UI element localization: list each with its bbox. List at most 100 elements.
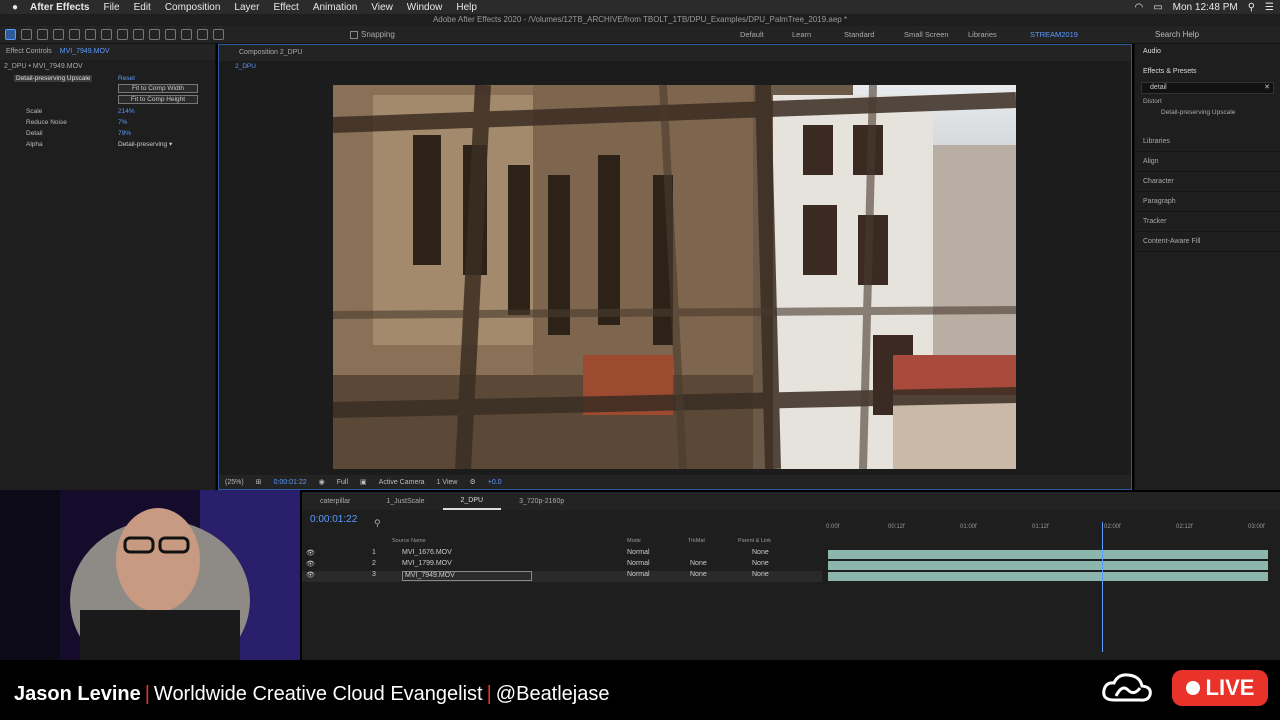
exposure-value[interactable]: +0.0 bbox=[488, 479, 502, 486]
tab-2-dpu[interactable]: 2_DPU bbox=[442, 492, 502, 510]
tree-group-distort[interactable]: Distort bbox=[1135, 96, 1280, 107]
tab-caterpillar[interactable]: caterpillar bbox=[302, 498, 368, 505]
search-help-field[interactable]: Search Help bbox=[1155, 30, 1199, 39]
spotlight-search-icon[interactable]: ⚲ bbox=[1248, 2, 1255, 13]
hand-tool-icon[interactable] bbox=[21, 29, 32, 40]
menu-window[interactable]: Window bbox=[407, 2, 443, 13]
layer-parent-dropdown[interactable]: None bbox=[752, 560, 769, 567]
rectangle-tool-icon[interactable] bbox=[101, 29, 112, 40]
pan-behind-tool-icon[interactable] bbox=[85, 29, 96, 40]
workspace-libraries[interactable]: Libraries bbox=[968, 30, 1030, 39]
puppet-tool-icon[interactable] bbox=[213, 29, 224, 40]
selection-tool-icon[interactable] bbox=[5, 29, 16, 40]
effects-search-input[interactable]: detail ✕ bbox=[1141, 82, 1274, 94]
layer-trkmat-dropdown[interactable]: None bbox=[690, 560, 707, 567]
workspace-stream2019[interactable]: STREAM2019 bbox=[1030, 30, 1090, 39]
workspace-learn[interactable]: Learn bbox=[792, 30, 844, 39]
menu-edit[interactable]: Edit bbox=[134, 2, 151, 13]
workspace-small-screen[interactable]: Small Screen bbox=[904, 30, 968, 39]
layer-parent-dropdown[interactable]: None bbox=[752, 571, 769, 578]
views-dropdown[interactable]: 1 View bbox=[437, 479, 458, 486]
composition-subtab[interactable]: 2_DPU bbox=[219, 61, 1131, 72]
snapping-toggle[interactable]: Snapping bbox=[350, 30, 395, 39]
current-time-display[interactable]: 0:00:01:22 bbox=[274, 479, 307, 486]
resolution-dropdown[interactable]: Full bbox=[337, 479, 348, 486]
tab-1-justscale[interactable]: 1_JustScale bbox=[368, 498, 442, 505]
pen-tool-icon[interactable] bbox=[117, 29, 128, 40]
layer-row[interactable]: 👁 3 MVI_7949.MOV Normal None None bbox=[302, 571, 822, 582]
layer-name[interactable]: MVI_1799.MOV bbox=[402, 560, 452, 567]
tab-3-720p-2160p[interactable]: 3_720p-2160p bbox=[501, 498, 582, 505]
tree-item-detail-preserving-upscale[interactable]: Detail-preserving Upscale bbox=[1135, 107, 1280, 118]
visibility-eye-icon[interactable]: 👁 bbox=[306, 560, 315, 568]
composition-viewer[interactable] bbox=[333, 85, 1016, 469]
render-icon[interactable]: ⚙ bbox=[469, 478, 475, 486]
panel-character[interactable]: Character bbox=[1135, 172, 1280, 192]
layer-row[interactable]: 👁 1 MVI_1676.MOV Normal None bbox=[302, 549, 822, 560]
roto-brush-tool-icon[interactable] bbox=[197, 29, 208, 40]
snapshot-icon[interactable]: ◉ bbox=[319, 478, 325, 486]
menu-help[interactable]: Help bbox=[456, 2, 477, 13]
param-reduce-noise-row[interactable]: Reduce Noise 7% bbox=[0, 117, 215, 128]
param-alpha-row[interactable]: Alpha Detail-preserving ▾ bbox=[0, 139, 215, 150]
layer-row[interactable]: 👁 2 MVI_1799.MOV Normal None None bbox=[302, 560, 822, 571]
apple-icon[interactable]: ● bbox=[0, 2, 30, 13]
panel-align[interactable]: Align bbox=[1135, 152, 1280, 172]
workspace-default[interactable]: Default bbox=[740, 30, 792, 39]
camera-tool-icon[interactable] bbox=[69, 29, 80, 40]
brush-tool-icon[interactable] bbox=[149, 29, 160, 40]
param-scale-value[interactable]: 214% bbox=[118, 106, 135, 117]
app-menu[interactable]: After Effects bbox=[30, 2, 89, 13]
param-reduce-noise-value[interactable]: 7% bbox=[118, 117, 127, 128]
audio-panel-header[interactable]: Audio bbox=[1135, 44, 1280, 60]
search-icon[interactable]: ⚲ bbox=[374, 518, 381, 529]
rotate-tool-icon[interactable] bbox=[53, 29, 64, 40]
menu-clock[interactable]: Mon 12:48 PM bbox=[1173, 2, 1238, 13]
param-detail-value[interactable]: 79% bbox=[118, 128, 131, 139]
visibility-eye-icon[interactable]: 👁 bbox=[306, 549, 315, 557]
layer-mode-dropdown[interactable]: Normal bbox=[627, 571, 650, 578]
zoom-dropdown[interactable]: (25%) bbox=[225, 479, 244, 486]
reset-link[interactable]: Reset bbox=[118, 73, 135, 84]
battery-icon[interactable]: ▭ bbox=[1153, 2, 1162, 13]
effects-presets-header[interactable]: Effects & Presets bbox=[1135, 64, 1280, 80]
timeline-current-time[interactable]: 0:00:01:22 bbox=[310, 514, 357, 525]
layer-name[interactable]: MVI_7949.MOV bbox=[402, 571, 532, 581]
menu-effect[interactable]: Effect bbox=[273, 2, 298, 13]
fit-to-comp-height-button[interactable]: Fit to Comp Height bbox=[118, 95, 198, 104]
panel-paragraph[interactable]: Paragraph bbox=[1135, 192, 1280, 212]
region-of-interest-icon[interactable]: ▣ bbox=[360, 478, 367, 486]
layer-parent-dropdown[interactable]: None bbox=[752, 549, 769, 556]
time-ruler[interactable]: 0:00f 00:12f 01:00f 01:12f 02:00f 02:12f… bbox=[822, 516, 1280, 536]
layer-mode-dropdown[interactable]: Normal bbox=[627, 549, 650, 556]
layer-name[interactable]: MVI_1676.MOV bbox=[402, 549, 452, 556]
param-alpha-dropdown[interactable]: Detail-preserving ▾ bbox=[118, 139, 198, 150]
param-detail-row[interactable]: Detail 79% bbox=[0, 128, 215, 139]
layer-duration-bar[interactable] bbox=[828, 572, 1268, 581]
col-trkmat[interactable]: TrkMat bbox=[688, 538, 705, 544]
type-tool-icon[interactable] bbox=[133, 29, 144, 40]
menu-file[interactable]: File bbox=[103, 2, 119, 13]
effect-name[interactable]: Detail-preserving Upscale bbox=[14, 75, 93, 82]
eraser-tool-icon[interactable] bbox=[181, 29, 192, 40]
composition-tab[interactable]: Composition 2_DPU bbox=[219, 45, 1131, 61]
clone-stamp-tool-icon[interactable] bbox=[165, 29, 176, 40]
panel-libraries[interactable]: Libraries bbox=[1135, 132, 1280, 152]
layer-trkmat-dropdown[interactable]: None bbox=[690, 571, 707, 578]
col-mode[interactable]: Mode bbox=[627, 538, 641, 544]
layer-duration-bar[interactable] bbox=[828, 561, 1268, 570]
col-parent-link[interactable]: Parent & Link bbox=[738, 538, 771, 544]
close-icon[interactable]: ✕ bbox=[1264, 83, 1270, 93]
snapping-checkbox[interactable] bbox=[350, 30, 358, 39]
fit-to-comp-width-button[interactable]: Fit to Comp Width bbox=[118, 84, 198, 93]
param-scale-row[interactable]: Scale 214% bbox=[0, 106, 215, 117]
menu-view[interactable]: View bbox=[371, 2, 393, 13]
menu-layer[interactable]: Layer bbox=[234, 2, 259, 13]
panel-content-aware-fill[interactable]: Content-Aware Fill bbox=[1135, 232, 1280, 252]
current-time-indicator[interactable] bbox=[1102, 522, 1103, 652]
visibility-eye-icon[interactable]: 👁 bbox=[306, 571, 315, 579]
layer-mode-dropdown[interactable]: Normal bbox=[627, 560, 650, 567]
wifi-icon[interactable]: ◠ bbox=[1134, 2, 1143, 13]
col-source-name[interactable]: Source Name bbox=[392, 538, 426, 544]
effect-controls-tab[interactable]: Effect Controls MVI_7949.MOV bbox=[0, 44, 215, 60]
